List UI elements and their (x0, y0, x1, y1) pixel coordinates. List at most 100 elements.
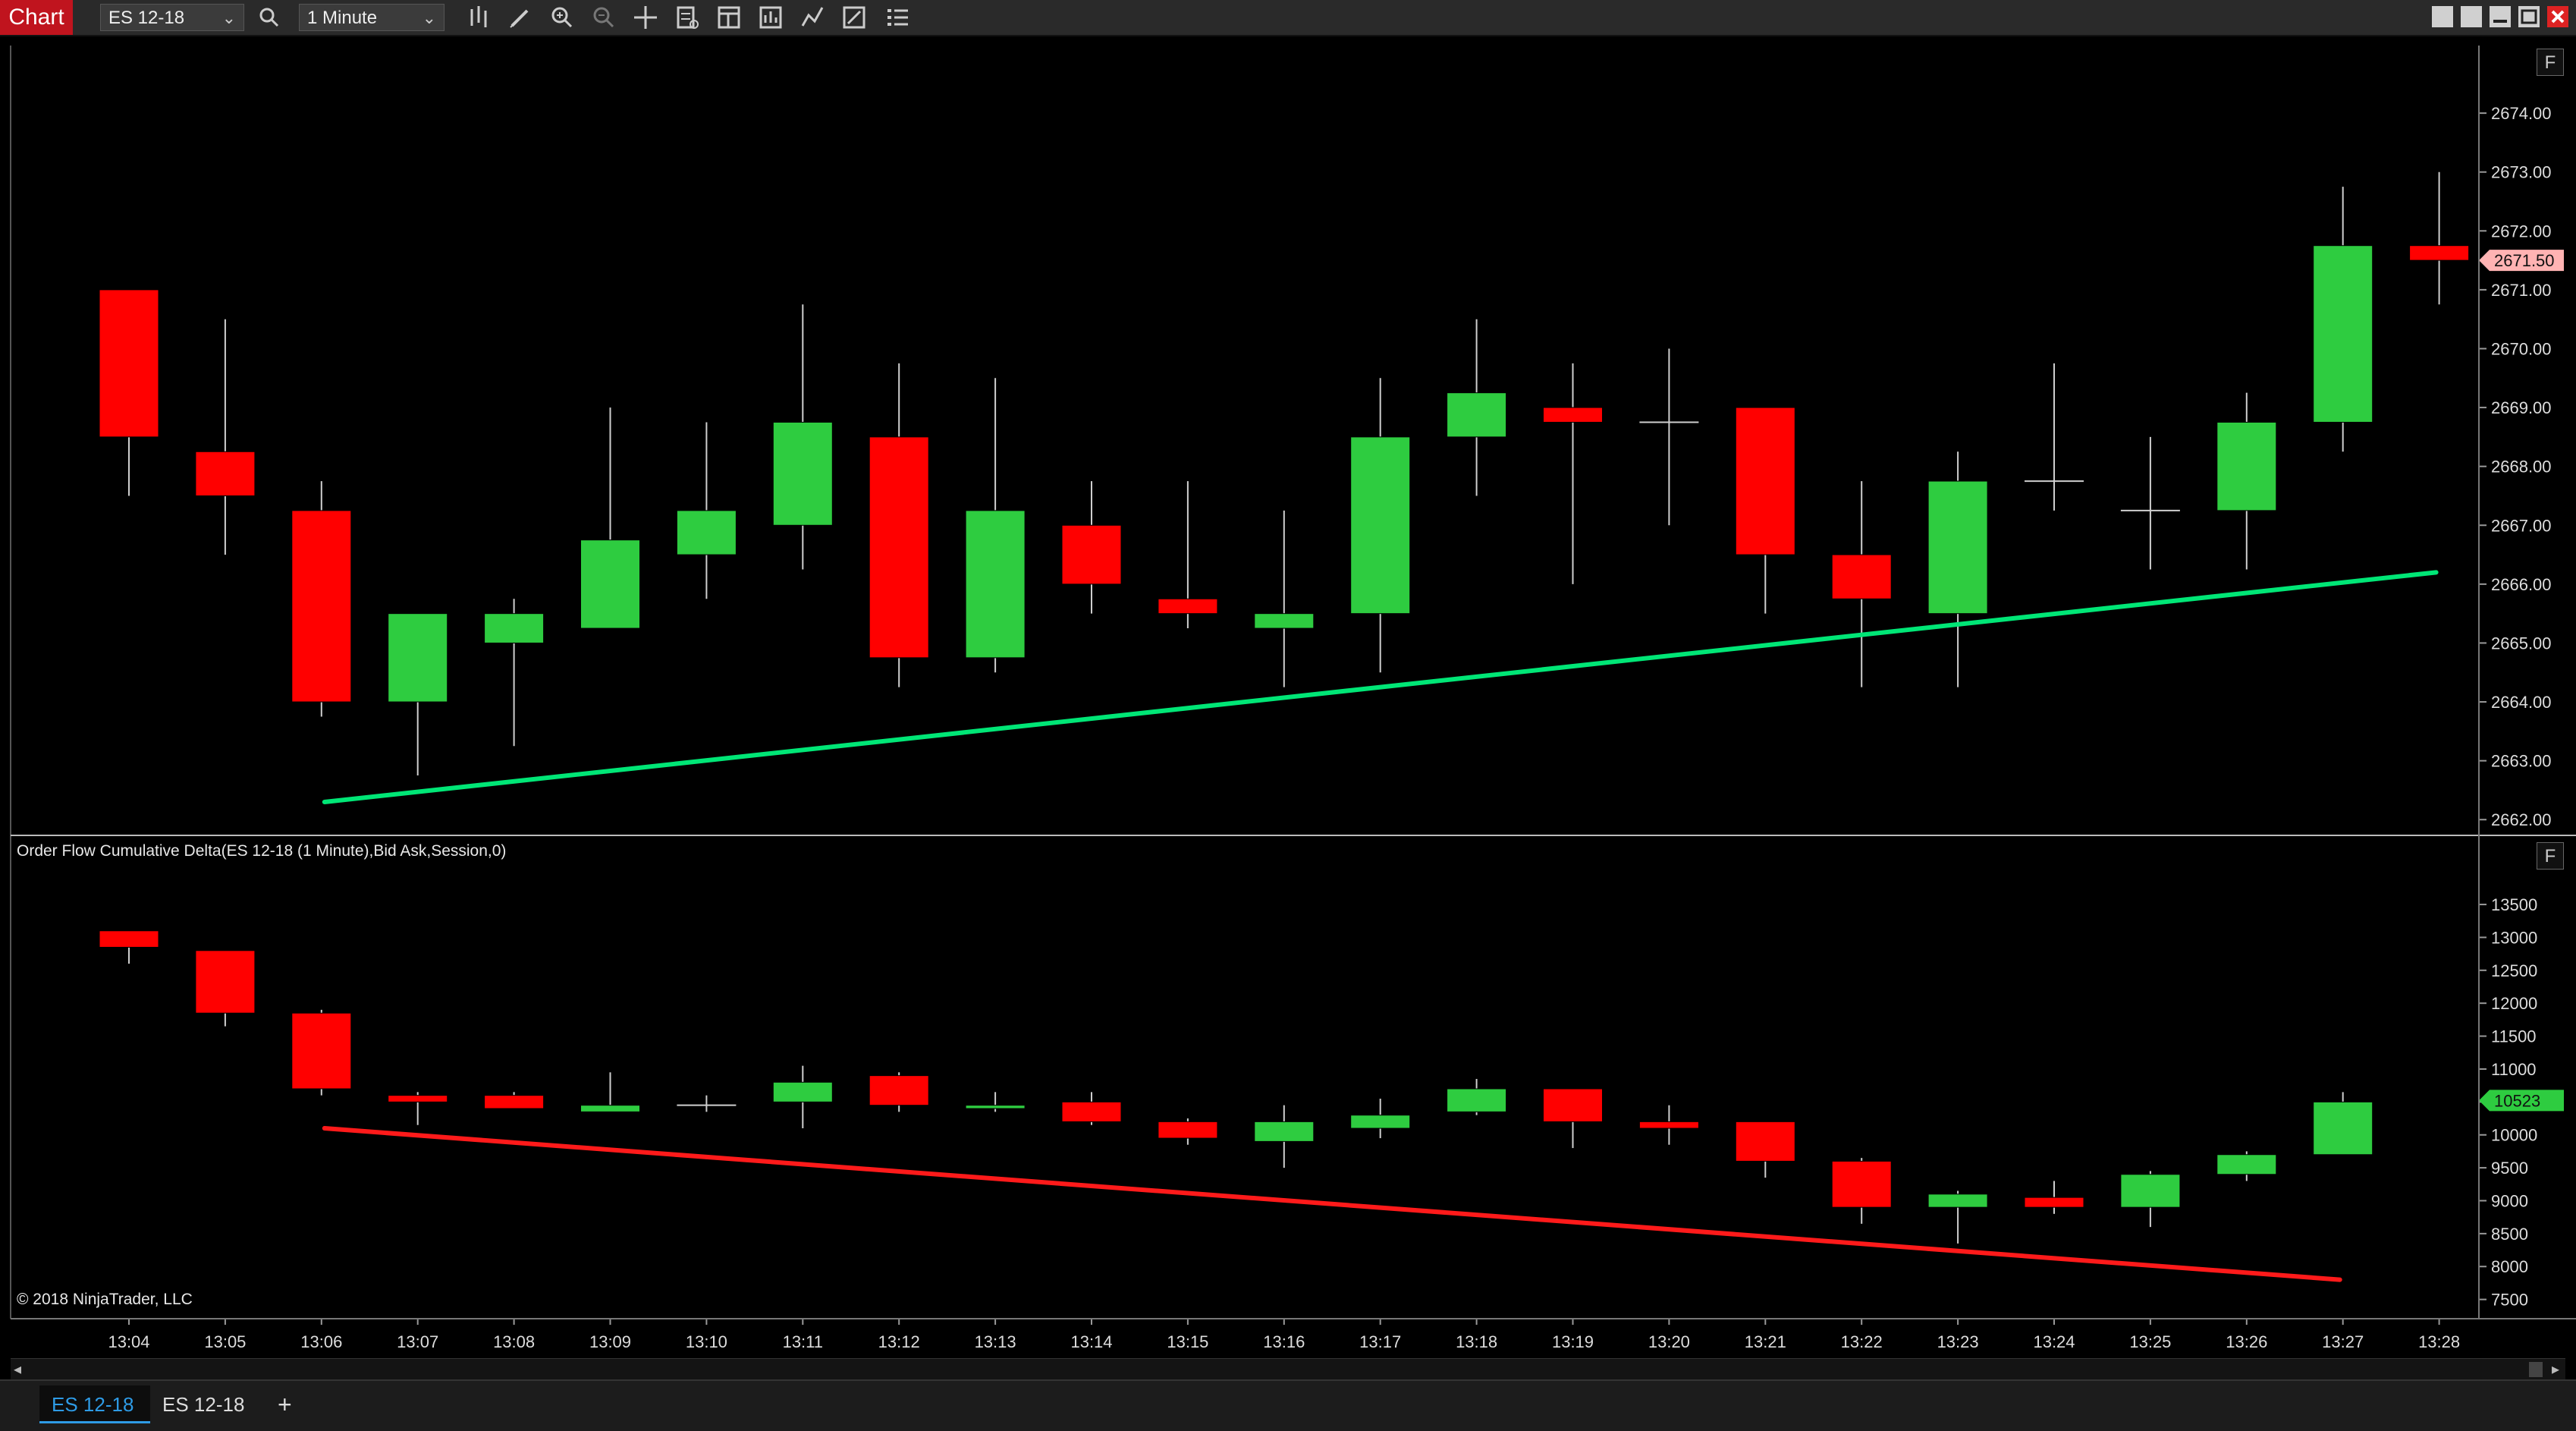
delta-candle-body (2216, 1154, 2277, 1175)
price-ytick-label: 2670.00 (2491, 339, 2552, 358)
time-tick-label: 13:12 (878, 1332, 920, 1351)
price-candle-body (1735, 407, 1795, 555)
scroll-right-icon[interactable]: ▸ (2552, 1359, 2559, 1380)
delta-candle-body (1350, 1115, 1411, 1129)
scroll-left-icon[interactable]: ◂ (14, 1359, 21, 1380)
tab-es-12-18[interactable]: ES 12-18 (150, 1385, 258, 1423)
time-tick-label: 13:27 (2322, 1332, 2364, 1351)
delta-candle-body (484, 1095, 545, 1109)
price-candle-body (965, 510, 1026, 659)
time-tick-label: 13:14 (1070, 1332, 1112, 1351)
delta-candle-body (1061, 1101, 1122, 1122)
price-ytick-label: 2664.00 (2491, 693, 2552, 712)
price-candle-body (1350, 436, 1411, 615)
time-tick-label: 13:22 (1841, 1332, 1883, 1351)
delta-ytick-label: 12500 (2491, 961, 2537, 980)
tab-bar: ES 12-18 ES 12-18 + (0, 1379, 2576, 1431)
price-candle-body (195, 451, 256, 496)
delta-ytick-label: 8500 (2491, 1225, 2528, 1244)
price-ytick-label: 2667.00 (2491, 516, 2552, 535)
price-candle-body (1543, 407, 1603, 423)
time-tick-label: 13:18 (1456, 1332, 1497, 1351)
time-tick-label: 13:28 (2418, 1332, 2460, 1351)
delta-candle-body (869, 1075, 929, 1106)
delta-candle-body (2120, 1174, 2181, 1208)
price-candle-body (2409, 245, 2470, 261)
time-tick-label: 13:23 (1937, 1332, 1979, 1351)
price-candle-body (2313, 245, 2373, 423)
price-ytick-label: 2669.00 (2491, 398, 2552, 417)
delta-candle-body (1543, 1088, 1603, 1122)
time-tick-label: 13:17 (1359, 1332, 1401, 1351)
delta-candle-body (2313, 1101, 2373, 1156)
delta-candle-body (1638, 1121, 1699, 1129)
delta-pane-f-button[interactable]: F (2537, 842, 2564, 870)
tab-es-12-18-active[interactable]: ES 12-18 (39, 1385, 150, 1423)
time-tick-label: 13:08 (493, 1332, 535, 1351)
scrollbar-thumb[interactable] (2529, 1362, 2543, 1377)
delta-candle-body (99, 930, 159, 948)
horizontal-scrollbar[interactable]: ◂ ▸ (11, 1358, 2565, 1380)
delta-ytick-label: 9500 (2491, 1159, 2528, 1178)
time-tick-label: 13:05 (204, 1332, 246, 1351)
price-ytick-label: 2665.00 (2491, 634, 2552, 653)
time-tick-label: 13:24 (2033, 1332, 2075, 1351)
price-pane-f-button[interactable]: F (2537, 49, 2564, 76)
time-tick-label: 13:10 (686, 1332, 727, 1351)
delta-candle-body (1447, 1088, 1507, 1112)
price-ytick-label: 2668.00 (2491, 458, 2552, 476)
time-axis: 13:04 13:05 13:06 13:07 13:08 13:09 13:10 13:11… (108, 1319, 2460, 1351)
price-candle-body (869, 436, 929, 659)
price-ytick-label: 2662.00 (2491, 810, 2552, 829)
price-candle-body (676, 510, 737, 555)
time-tick-label: 13:04 (108, 1332, 149, 1351)
price-ytick-label: 2672.00 (2491, 222, 2552, 241)
delta-indicator-label: Order Flow Cumulative Delta(ES 12-18 (1 … (17, 842, 507, 860)
delta-candle-body (1927, 1194, 1988, 1208)
delta-candle-body (195, 950, 256, 1014)
delta-candle-body (1831, 1160, 1892, 1208)
copyright-text: © 2018 NinjaTrader, LLC (17, 1291, 193, 1308)
delta-candle-body (1158, 1121, 1218, 1139)
price-candle-body (580, 539, 640, 629)
delta-candle-body (772, 1081, 833, 1102)
delta-last-value-label: 10523 (2494, 1091, 2540, 1110)
delta-candle-body (1254, 1121, 1315, 1142)
delta-ytick-label: 13000 (2491, 928, 2537, 947)
time-tick-label: 13:20 (1648, 1332, 1690, 1351)
price-candle-body (291, 510, 352, 703)
price-candle-body (1447, 392, 1507, 438)
cumulative-delta-pane: 7500800085009000950010000105001100011500… (99, 895, 2564, 1310)
add-tab-button[interactable]: + (265, 1385, 303, 1423)
delta-ytick-label: 13500 (2491, 895, 2537, 914)
time-tick-label: 13:26 (2226, 1332, 2267, 1351)
price-candle-body (1254, 613, 1315, 629)
time-tick-label: 13:07 (397, 1332, 438, 1351)
chart-canvas[interactable]: 2662.00 2663.00 2664.00 2665.00 2666.00 2667.… (0, 0, 2576, 1358)
price-candle-body (1158, 598, 1218, 615)
time-tick-label: 13:09 (589, 1332, 631, 1351)
price-ytick-label: 2674.00 (2491, 104, 2552, 123)
price-pane: 2662.00 2663.00 2664.00 2665.00 2666.00 2667.… (99, 104, 2564, 829)
delta-candle-body (2024, 1197, 2084, 1208)
time-tick-label: 13:25 (2129, 1332, 2171, 1351)
time-tick-label: 13:06 (300, 1332, 342, 1351)
delta-ytick-label: 12000 (2491, 994, 2537, 1013)
price-candle-body (1927, 480, 1988, 615)
delta-ytick-label: 10000 (2491, 1126, 2537, 1145)
time-tick-label: 13:19 (1552, 1332, 1594, 1351)
delta-ytick-label: 11500 (2491, 1027, 2537, 1046)
price-ytick-label: 2671.00 (2491, 281, 2552, 300)
delta-ytick-label: 7500 (2491, 1291, 2528, 1310)
price-candle-body (772, 421, 833, 526)
price-candle-body (388, 613, 448, 703)
price-candle-body (2216, 421, 2277, 511)
price-candle-body (99, 289, 159, 438)
price-ytick-label: 2673.00 (2491, 163, 2552, 182)
delta-candle-body (580, 1105, 640, 1112)
time-tick-label: 13:21 (1745, 1332, 1786, 1351)
delta-candle-body (965, 1105, 1026, 1109)
price-ytick-label: 2663.00 (2491, 752, 2552, 771)
price-candle-body (1061, 524, 1122, 585)
delta-ytick-label: 9000 (2491, 1191, 2528, 1210)
